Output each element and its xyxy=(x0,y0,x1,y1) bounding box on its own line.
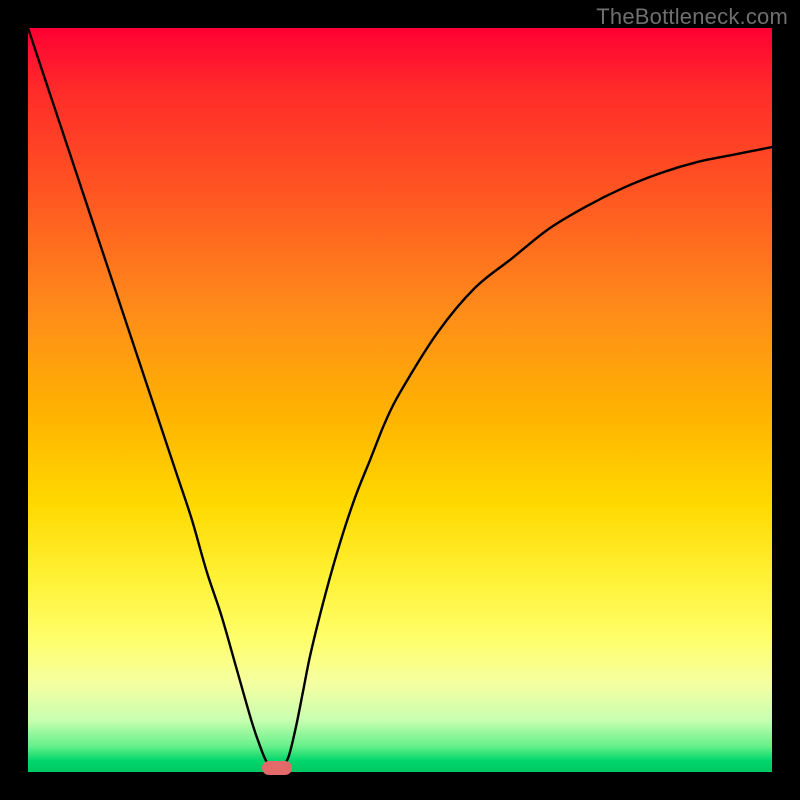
bottleneck-curve xyxy=(28,28,772,769)
watermark-text: TheBottleneck.com xyxy=(596,4,788,30)
chart-frame: TheBottleneck.com xyxy=(0,0,800,800)
curve-layer xyxy=(28,28,772,772)
optimum-marker xyxy=(262,761,292,775)
plot-area xyxy=(28,28,772,772)
